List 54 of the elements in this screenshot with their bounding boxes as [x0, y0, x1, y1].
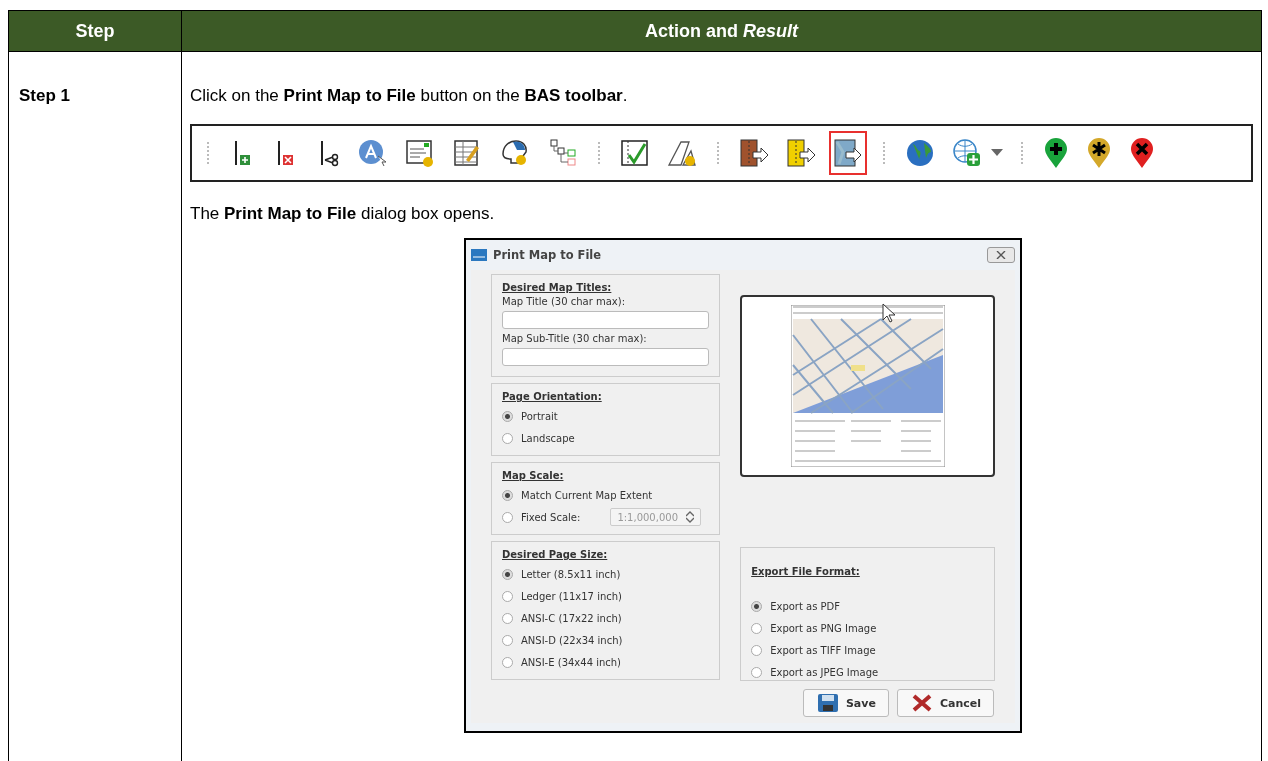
radio-button[interactable] [502, 612, 513, 624]
group-heading: Page Orientation: [502, 391, 603, 402]
column-header: Step [8, 10, 182, 52]
close-icon [996, 251, 1006, 259]
mouse-pointer-icon [882, 303, 897, 323]
field-label: Map Sub-Title (30 char max): [502, 333, 648, 344]
step-label: Step 1 [19, 86, 71, 105]
app-icon [471, 249, 487, 261]
x-mark-icon [911, 694, 932, 712]
radio-button[interactable] [502, 432, 513, 444]
option-label: Export as TIFF Image [770, 644, 876, 656]
radio-button[interactable] [502, 568, 513, 580]
radio-button[interactable] [502, 590, 513, 602]
radio-button[interactable] [751, 666, 763, 678]
save-button[interactable]: Save [802, 689, 889, 717]
option-label: Fixed Scale: [521, 511, 581, 523]
option-label: Landscape [521, 432, 575, 444]
option-label: Portrait [521, 410, 558, 422]
toolbar-grip[interactable] [716, 141, 720, 165]
dialog-title: Print Map to File [493, 248, 602, 262]
radio-button[interactable] [502, 489, 513, 501]
close-button[interactable] [987, 247, 1015, 263]
map-export-icon[interactable] [829, 131, 867, 175]
field-label: Map Title (30 char max): [502, 296, 626, 307]
toolbar-grip[interactable] [597, 141, 601, 165]
radio-button[interactable] [502, 410, 513, 422]
radio-button[interactable] [751, 600, 763, 612]
radio-button[interactable] [751, 622, 763, 634]
option-label: Export as PNG Image [770, 622, 877, 634]
toolbar-grip[interactable] [1020, 141, 1024, 165]
toolbar-grip[interactable] [206, 141, 210, 165]
group-heading: Map Scale: [502, 470, 565, 481]
radio-button[interactable] [502, 511, 513, 523]
text-field[interactable] [502, 348, 710, 366]
radio-button[interactable] [751, 644, 763, 656]
toolbar-grip[interactable] [882, 141, 886, 165]
option-label: Letter (8.5x11 inch) [521, 568, 621, 580]
group-heading: Desired Page Size: [502, 549, 609, 560]
option-label: ANSI-D (22x34 inch) [521, 634, 623, 646]
option-label: ANSI-C (17x22 inch) [521, 612, 622, 624]
group-heading: Desired Map Titles: [502, 282, 613, 293]
instruction-text: Click on the Print Map to File button on the BAS toolbar. [190, 86, 629, 106]
option-label: Match Current Map Extent [521, 489, 653, 501]
result-text: The Print Map to File dialog box opens. [190, 204, 496, 224]
column-header: Action and Result [181, 10, 1262, 52]
option-label: Export as JPEG Image [770, 666, 879, 678]
option-label: Export as PDF [770, 600, 841, 612]
radio-button[interactable] [502, 634, 513, 646]
option-label: Ledger (11x17 inch) [521, 590, 622, 602]
group-heading: Export File Format: [751, 566, 861, 577]
option-label: ANSI-E (34x44 inch) [521, 656, 622, 668]
radio-button[interactable] [502, 656, 513, 668]
text-field[interactable] [502, 311, 710, 329]
cancel-button[interactable]: Cancel [896, 689, 994, 717]
